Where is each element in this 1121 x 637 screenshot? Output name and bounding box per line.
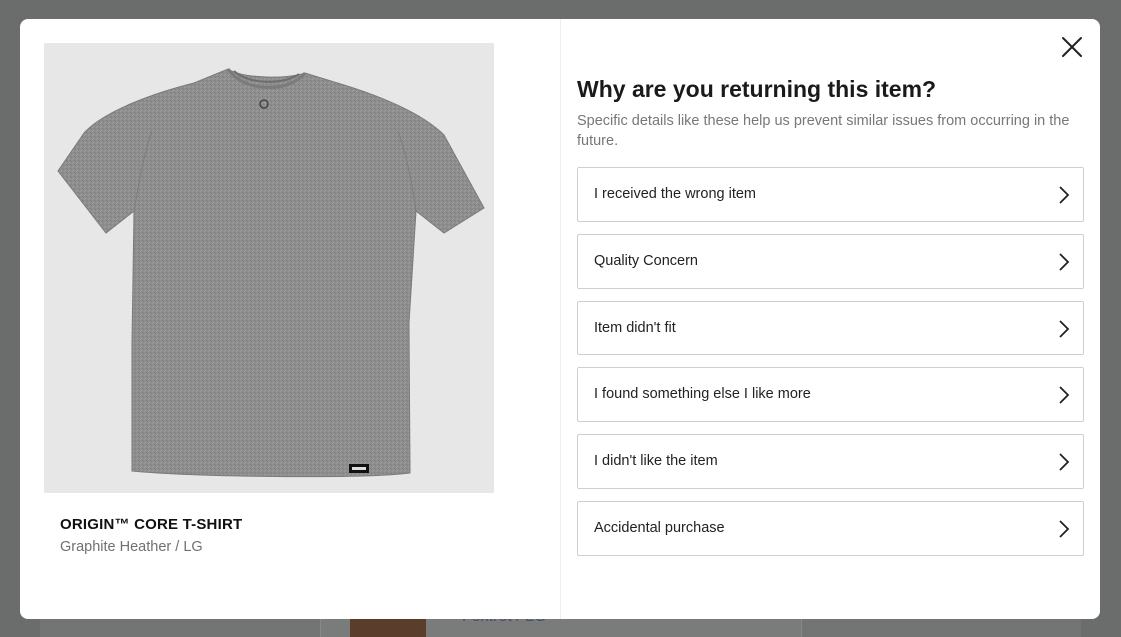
reason-panel: Why are you returning this item? Specifi… (561, 19, 1100, 619)
chevron-right-icon (1057, 319, 1071, 339)
chevron-right-icon (1057, 452, 1071, 472)
dialog-title: Why are you returning this item? (577, 76, 937, 102)
dialog-subtitle: Specific details like these help us prev… (577, 113, 1070, 149)
reason-list: I received the wrong item Quality Concer… (577, 167, 1084, 568)
chevron-right-icon (1057, 185, 1071, 205)
chevron-right-icon (1057, 252, 1071, 272)
reason-label: I didn't like the item (594, 453, 718, 469)
close-button[interactable] (1060, 35, 1084, 59)
reason-option-accidental-purchase[interactable]: Accidental purchase (577, 501, 1084, 556)
reason-label: I found something else I like more (594, 386, 811, 402)
chevron-right-icon (1057, 519, 1071, 539)
tshirt-image (57, 68, 485, 478)
product-image (44, 43, 494, 493)
reason-label: Quality Concern (594, 253, 698, 269)
product-variant: Graphite Heather / LG (60, 539, 203, 555)
close-icon (1062, 37, 1082, 57)
reason-option-found-something-else[interactable]: I found something else I like more (577, 367, 1084, 422)
reason-option-didnt-like[interactable]: I didn't like the item (577, 434, 1084, 489)
chevron-right-icon (1057, 385, 1071, 405)
reason-option-didnt-fit[interactable]: Item didn't fit (577, 301, 1084, 355)
return-reason-modal: ORIGIN™ CORE T-SHIRT Graphite Heather / … (20, 19, 1100, 619)
reason-label: Item didn't fit (594, 320, 676, 336)
product-name: ORIGIN™ CORE T-SHIRT (60, 516, 243, 533)
reason-label: Accidental purchase (594, 520, 725, 536)
product-panel: ORIGIN™ CORE T-SHIRT Graphite Heather / … (20, 19, 561, 619)
reason-option-quality-concern[interactable]: Quality Concern (577, 234, 1084, 289)
reason-option-wrong-item[interactable]: I received the wrong item (577, 167, 1084, 222)
reason-label: I received the wrong item (594, 186, 756, 202)
